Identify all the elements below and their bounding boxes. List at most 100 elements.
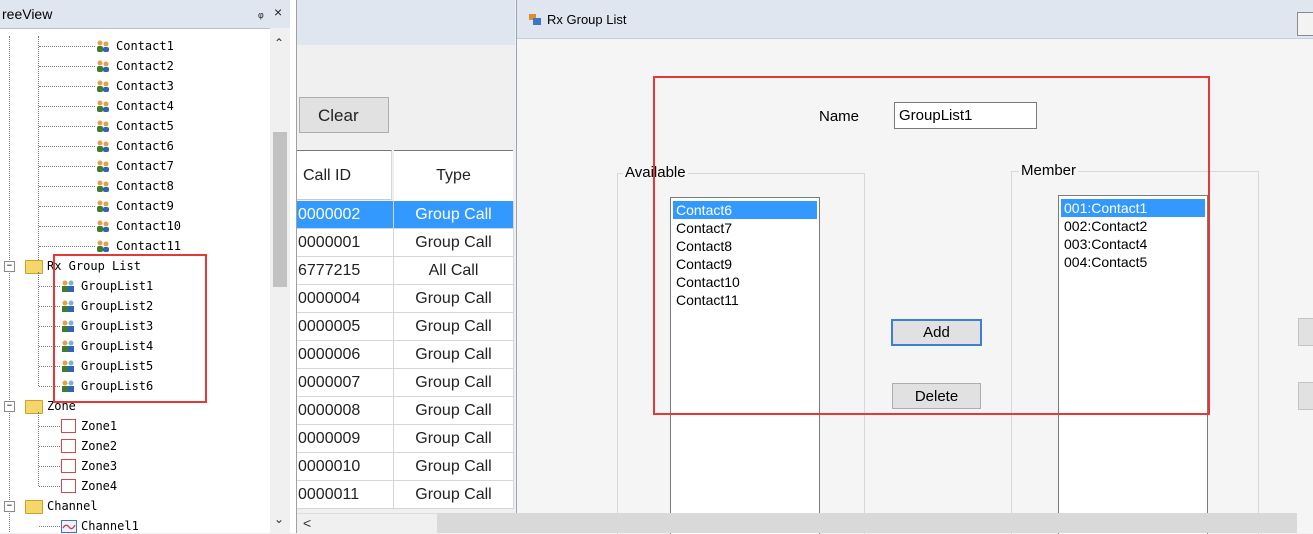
channel-icon [61,520,77,533]
tree-item-zone[interactable]: Zone4 [61,476,270,496]
clear-button[interactable]: Clear [299,97,389,133]
scroll-down-icon[interactable]: ⌄ [274,512,284,526]
cell-call-id: 6777215 [297,257,394,285]
rx-group-highlight-box [53,254,207,403]
cell-call-id: 0000006 [297,341,394,369]
contacts-icon [97,140,109,152]
table-row[interactable]: 0000007 Group Call [297,369,515,397]
zone-icon [61,419,76,433]
collapse-icon[interactable]: − [4,501,15,512]
cell-type: Group Call [394,229,514,257]
call-list-header [297,0,515,45]
tree-item-contact[interactable]: Contact7 [96,156,270,176]
tree-scrollbar[interactable]: ⌃ ⌄ [270,28,290,533]
tree-view-titlebar: reeView ᵩ × [0,0,290,29]
table-row[interactable]: 0000001 Group Call [297,229,515,257]
column-header-type[interactable]: Type [394,150,513,202]
cell-type: Group Call [394,453,514,481]
side-button-stub[interactable] [1298,382,1313,410]
cell-type: Group Call [394,481,514,509]
tree-item-contact[interactable]: Contact4 [96,96,270,116]
tree-folder-channel[interactable]: − Channel [4,496,224,516]
folder-icon [25,500,43,514]
tree-item-label: Zone3 [81,459,118,473]
tree-item-label: Contact10 [116,219,182,233]
table-row[interactable]: 0000002 Group Call [297,201,515,229]
tree-item-contact[interactable]: Contact6 [96,136,270,156]
tree-item-zone[interactable]: Zone3 [61,456,270,476]
cell-type: Group Call [394,425,514,453]
tree-item-zone[interactable]: Zone1 [61,416,270,436]
tree-item-label: Contact9 [116,199,174,213]
table-row[interactable]: 0000005 Group Call [297,313,515,341]
table-row[interactable]: 0000011 Group Call [297,481,515,509]
folder-icon [25,400,43,414]
tree-item-contact[interactable]: Contact5 [96,116,270,136]
tree-item-label: Contact1 [116,39,174,53]
cell-type: Group Call [394,201,514,229]
tree-item-contact[interactable]: Contact10 [96,216,270,236]
table-row[interactable]: 0000010 Group Call [297,453,515,481]
call-list-panel: Clear Call ID Type 0000002 Group Call 0000… [297,0,515,534]
scrollbar-thumb[interactable] [273,132,287,287]
bottom-scrollbar-track[interactable] [437,513,1297,533]
scroll-left-icon[interactable]: < [303,515,311,531]
editor-highlight-box [653,76,1210,415]
tree-item-contact[interactable]: Contact8 [96,176,270,196]
tree-view-title: reeView [2,6,53,22]
tree-item-channel[interactable]: Channel1 [61,516,270,533]
cell-call-id: 0000001 [297,229,394,257]
close-icon[interactable]: × [274,4,282,20]
collapse-icon[interactable]: − [4,401,15,412]
table-row[interactable]: 0000009 Group Call [297,425,515,453]
table-row[interactable]: 0000006 Group Call [297,341,515,369]
window-restore-button[interactable] [1297,12,1313,36]
table-row[interactable]: 0000008 Group Call [297,397,515,425]
cell-call-id: 0000004 [297,285,394,313]
contacts-icon [97,80,109,92]
rx-group-list-titlebar: Rx Group List [517,0,1313,39]
column-header-call-id[interactable]: Call ID [297,150,392,200]
cell-call-id: 0000010 [297,453,394,481]
cell-type: Group Call [394,313,514,341]
zone-icon [61,479,76,493]
tree-folder-label: Channel [47,499,98,513]
zone-icon [61,459,76,473]
cell-call-id: 0000002 [297,201,394,229]
tree-item-label: Zone4 [81,479,118,493]
table-row[interactable]: 0000004 Group Call [297,285,515,313]
cell-type: Group Call [394,397,514,425]
tree-item-zone[interactable]: Zone2 [61,436,270,456]
contacts-icon [97,220,109,232]
tree-item-contact[interactable]: Contact3 [96,76,270,96]
table-row[interactable]: 6777215 All Call [297,257,515,285]
contacts-icon [97,240,109,252]
tree-item-contact[interactable]: Contact9 [96,196,270,216]
tree-item-contact[interactable]: Contact11 [96,236,270,256]
cell-call-id: 0000011 [297,481,394,509]
cell-type: Group Call [394,285,514,313]
cell-call-id: 0000007 [297,369,394,397]
tree-item-label: Contact11 [116,239,182,253]
cell-type: Group Call [394,341,514,369]
pin-icon[interactable]: ᵩ [258,5,264,20]
tree-item-label: Contact8 [116,179,174,193]
zone-icon [61,439,76,453]
contacts-icon [97,60,109,72]
contacts-icon [97,40,109,52]
tree-item-contact[interactable]: Contact2 [96,56,270,76]
contacts-icon [97,100,109,112]
folder-icon [25,260,43,274]
cell-call-id: 0000009 [297,425,394,453]
contacts-icon [97,180,109,192]
contacts-icon [97,120,109,132]
rx-group-list-panel: Rx Group List Name Available Contact6Con… [516,0,1313,534]
tree-item-label: Channel1 [81,519,139,533]
collapse-icon[interactable]: − [4,261,15,272]
side-button-stub[interactable] [1298,318,1313,346]
tree-item-contact[interactable]: Contact1 [96,36,270,56]
contacts-icon [97,160,109,172]
scroll-up-icon[interactable]: ⌃ [274,36,284,50]
tree-item-label: Contact6 [116,139,174,153]
tree-item-label: Zone1 [81,419,118,433]
